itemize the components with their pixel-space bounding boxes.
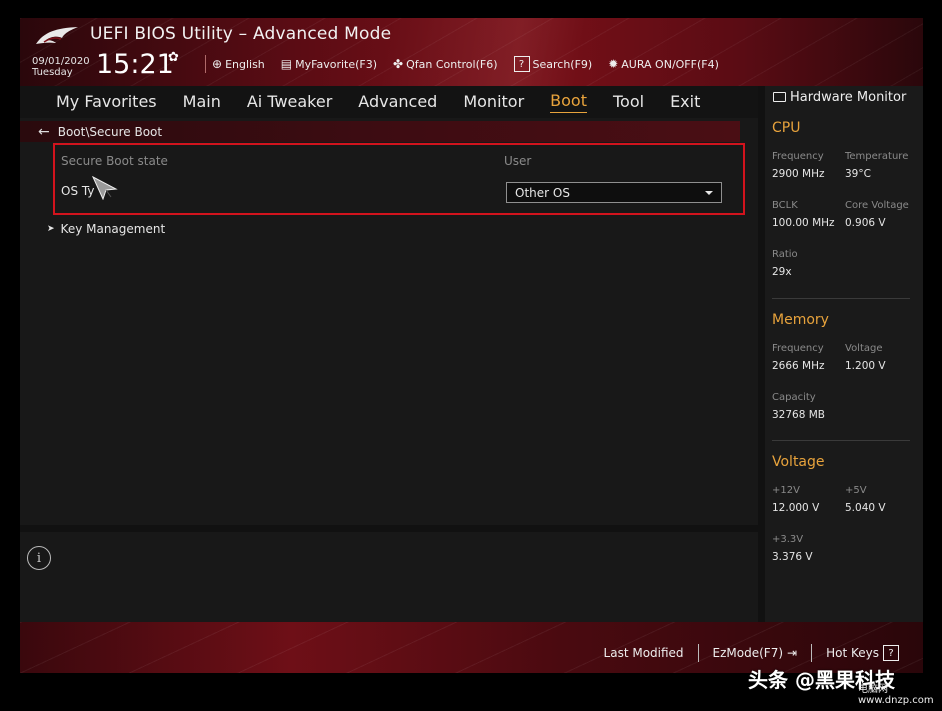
- gear-icon[interactable]: ✿: [168, 50, 179, 65]
- globe-icon: ⊕: [212, 57, 223, 71]
- rog-logo-icon: [36, 27, 78, 44]
- aura-label: AURA ON/OFF(F4): [621, 57, 719, 71]
- memory-capacity-label: Capacity: [772, 392, 816, 403]
- search-button[interactable]: ? Search(F9): [513, 56, 593, 72]
- ratio-label: Ratio: [772, 249, 798, 260]
- key-management-item[interactable]: ➤ Key Management: [47, 222, 165, 236]
- os-type-select[interactable]: Other OS: [506, 182, 722, 203]
- qfan-control-button[interactable]: ✤ Qfan Control(F6): [393, 57, 497, 71]
- tab-tool[interactable]: Tool: [613, 92, 644, 113]
- memory-voltage-value: 1.200 V: [845, 360, 886, 372]
- exit-arrow-icon: ⇥: [787, 646, 798, 660]
- v5-value: 5.040 V: [845, 502, 886, 514]
- core-voltage-label: Core Voltage: [845, 200, 909, 211]
- toolbar: ⊕ English ▤ MyFavorite(F3) ✤ Qfan Contro…: [203, 55, 735, 73]
- date-text: 09/01/2020: [32, 56, 90, 67]
- header-bar: UEFI BIOS Utility – Advanced Mode 09/01/…: [20, 18, 923, 86]
- ezmode-button[interactable]: EzMode(F7) ⇥: [699, 646, 812, 660]
- main-nav: My Favorites Main Ai Tweaker Advanced Mo…: [20, 86, 758, 118]
- tab-boot[interactable]: Boot: [550, 91, 587, 113]
- cpu-frequency-value: 2900 MHz: [772, 168, 825, 180]
- app-title: UEFI BIOS Utility – Advanced Mode: [90, 24, 392, 44]
- last-modified-label: Last Modified: [603, 646, 684, 660]
- watermark-site: 电脑网 www.dnzp.com: [858, 684, 934, 706]
- chevron-down-icon: [705, 190, 713, 195]
- secure-boot-state-value: User: [504, 154, 532, 168]
- toolbar-divider: [205, 55, 206, 73]
- help-panel: i: [20, 532, 758, 622]
- cpu-temperature-value: 39°C: [845, 168, 871, 180]
- ratio-value: 29x: [772, 266, 792, 278]
- tab-advanced[interactable]: Advanced: [358, 92, 437, 113]
- myfavorite-button[interactable]: ▤ MyFavorite(F3): [281, 57, 377, 71]
- date-display: 09/01/2020 Tuesday: [32, 56, 90, 78]
- bios-window: UEFI BIOS Utility – Advanced Mode 09/01/…: [20, 18, 923, 673]
- back-arrow-icon[interactable]: ←: [38, 124, 50, 140]
- cpu-divider: [772, 298, 910, 299]
- memory-frequency-label: Frequency: [772, 343, 824, 354]
- day-text: Tuesday: [32, 67, 73, 78]
- aura-icon: ✹: [608, 57, 619, 71]
- cpu-frequency-label: Frequency: [772, 151, 824, 162]
- hot-keys-button[interactable]: Hot Keys ?: [812, 645, 913, 661]
- myfavorite-label: MyFavorite(F3): [295, 57, 378, 71]
- hardware-monitor-panel: Hardware Monitor CPU Frequency Temperatu…: [765, 86, 923, 622]
- monitor-icon: [773, 91, 786, 102]
- chevron-right-icon: ➤: [47, 224, 55, 234]
- hardware-monitor-label: Hardware Monitor: [790, 90, 907, 105]
- v5-label: +5V: [845, 485, 867, 496]
- core-voltage-value: 0.906 V: [845, 217, 886, 229]
- tab-my-favorites[interactable]: My Favorites: [56, 92, 157, 113]
- hot-keys-label: Hot Keys: [826, 646, 879, 660]
- memory-voltage-label: Voltage: [845, 343, 883, 354]
- hardware-monitor-title: Hardware Monitor: [773, 90, 906, 105]
- v12-label: +12V: [772, 485, 800, 496]
- os-type-label: OS Ty: [61, 184, 95, 198]
- mouse-cursor-icon: [92, 176, 118, 200]
- bclk-label: BCLK: [772, 200, 798, 211]
- v33-value: 3.376 V: [772, 551, 813, 563]
- qfan-control-label: Qfan Control(F6): [406, 57, 498, 71]
- info-icon: i: [27, 546, 51, 570]
- aura-button[interactable]: ✹ AURA ON/OFF(F4): [608, 57, 719, 71]
- settings-panel: ← Boot\Secure Boot Secure Boot state Use…: [20, 118, 758, 525]
- favorite-icon: ▤: [280, 57, 293, 71]
- tab-exit[interactable]: Exit: [670, 92, 700, 113]
- footer-buttons: Last Modified EzMode(F7) ⇥ Hot Keys ?: [590, 644, 913, 662]
- clock-display: 15:21: [96, 49, 174, 80]
- memory-divider: [772, 440, 910, 441]
- memory-section-title: Memory: [772, 312, 829, 328]
- voltage-section-title: Voltage: [772, 454, 825, 470]
- fan-icon: ✤: [393, 57, 404, 71]
- tab-monitor[interactable]: Monitor: [463, 92, 524, 113]
- ezmode-label: EzMode(F7): [712, 646, 784, 660]
- bclk-value: 100.00 MHz: [772, 217, 835, 229]
- search-help-icon: ?: [513, 56, 530, 72]
- tab-main[interactable]: Main: [183, 92, 221, 113]
- memory-frequency-value: 2666 MHz: [772, 360, 825, 372]
- tab-ai-tweaker[interactable]: Ai Tweaker: [247, 92, 332, 113]
- cpu-temperature-label: Temperature: [845, 151, 909, 162]
- breadcrumb-bar: ← Boot\Secure Boot: [20, 121, 740, 142]
- language-button[interactable]: ⊕ English: [212, 57, 265, 71]
- os-type-value: Other OS: [515, 185, 570, 200]
- search-label: Search(F9): [532, 57, 593, 71]
- v12-value: 12.000 V: [772, 502, 820, 514]
- cpu-section-title: CPU: [772, 120, 801, 136]
- help-icon: ?: [883, 645, 899, 661]
- last-modified-button[interactable]: Last Modified: [590, 646, 698, 660]
- language-label: English: [225, 57, 265, 71]
- secure-boot-state-label: Secure Boot state: [61, 154, 168, 168]
- key-management-label: Key Management: [60, 222, 166, 236]
- breadcrumb: Boot\Secure Boot: [57, 124, 163, 139]
- memory-capacity-value: 32768 MB: [772, 409, 826, 421]
- v33-label: +3.3V: [772, 534, 804, 545]
